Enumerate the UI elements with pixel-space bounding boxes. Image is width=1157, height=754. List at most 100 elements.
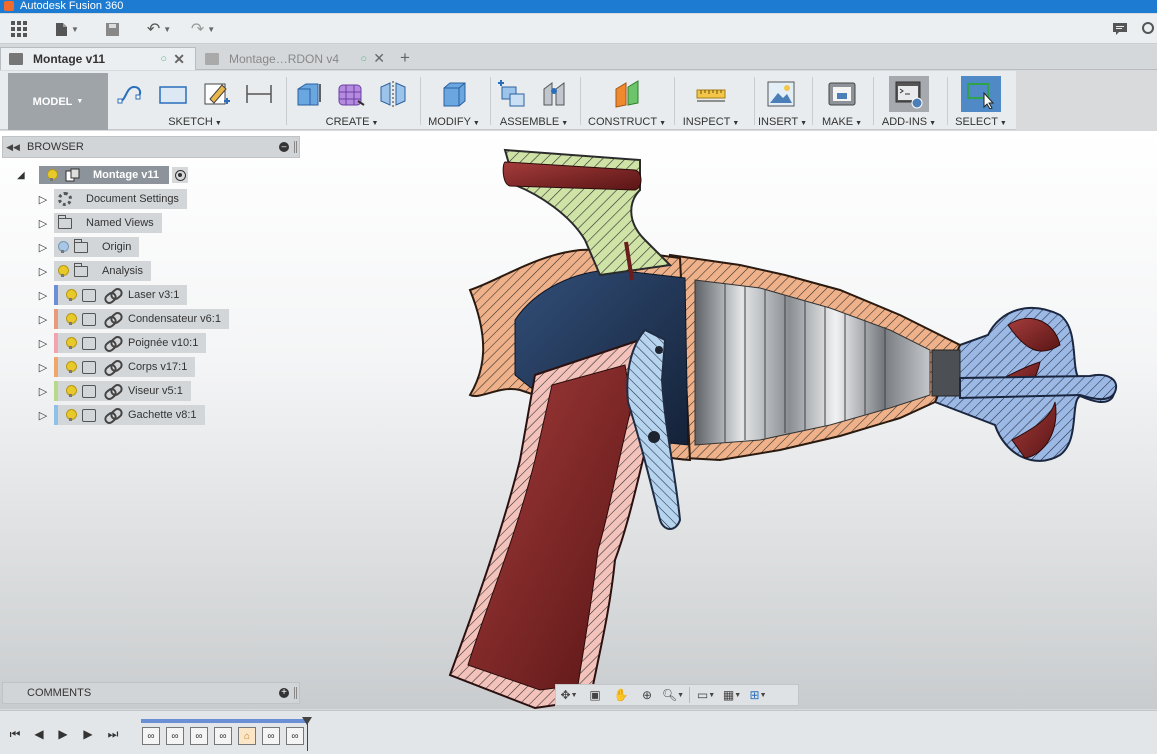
- select-group[interactable]: SELECT ▼: [951, 71, 1011, 130]
- redo-button[interactable]: ↷ ▼: [187, 19, 219, 39]
- save-icon: [105, 22, 119, 36]
- pan-button[interactable]: ✋: [608, 685, 634, 705]
- data-panel-button[interactable]: [9, 19, 29, 39]
- node-label: Gachette v8:1: [128, 409, 197, 421]
- timeline-next-button[interactable]: ▶︎: [79, 725, 97, 743]
- assemble-label: ASSEMBLE ▼: [499, 116, 569, 128]
- viewports-button[interactable]: ⊞ ▼: [745, 685, 771, 705]
- node-label: Analysis: [102, 265, 143, 277]
- browser-root-node[interactable]: ◢ Montage v11: [17, 166, 189, 184]
- tab-montage-v11[interactable]: Montage v11 ○ ✕: [0, 47, 196, 70]
- tab-montage-rdon[interactable]: Montage…RDON v4 ○ ✕: [197, 47, 395, 70]
- expand-triangle-icon[interactable]: ▷: [36, 241, 50, 254]
- workspace-switcher[interactable]: MODEL ▼: [8, 73, 108, 130]
- modify-group[interactable]: MODIFY ▼: [424, 71, 484, 130]
- make-group[interactable]: MAKE ▼: [816, 71, 868, 130]
- visibility-bulb-off-icon[interactable]: [58, 241, 69, 253]
- root-component[interactable]: Montage v11: [39, 166, 170, 184]
- display-settings-button[interactable]: ▭ ▼: [693, 685, 719, 705]
- close-icon[interactable]: ✕: [173, 51, 185, 68]
- zoom-button[interactable]: ⊕: [634, 685, 660, 705]
- pin-handle-icon[interactable]: [294, 141, 297, 153]
- timeline-link-feature[interactable]: ∞: [286, 727, 304, 745]
- save-button[interactable]: [103, 19, 121, 39]
- timeline-last-button[interactable]: ⏭: [104, 725, 122, 743]
- tree-node-viseur[interactable]: ▷ Viseur v5:1: [36, 381, 191, 401]
- orbit-button[interactable]: ✥ ▼: [556, 685, 582, 705]
- tree-node-corps[interactable]: ▷ Corps v17:1: [36, 357, 196, 377]
- fit-button[interactable]: 🔍︎ ▼: [660, 685, 686, 705]
- activate-target-icon[interactable]: [172, 167, 189, 183]
- expand-triangle-icon[interactable]: ▷: [36, 289, 50, 302]
- add-ins-group[interactable]: ADD-INS ▼: [877, 71, 941, 130]
- expand-triangle-icon[interactable]: ▷: [36, 313, 50, 326]
- timeline-joint-feature[interactable]: ⌂: [238, 727, 256, 745]
- file-icon: [56, 22, 68, 36]
- new-tab-icon[interactable]: +: [400, 48, 410, 68]
- expand-triangle-icon[interactable]: ▷: [36, 217, 50, 230]
- visibility-bulb-icon[interactable]: [47, 169, 58, 181]
- visibility-bulb-icon[interactable]: [58, 265, 69, 277]
- inspect-label: INSPECT ▼: [682, 116, 740, 128]
- grid-settings-button[interactable]: ▦ ▼: [719, 685, 745, 705]
- minimize-icon[interactable]: –: [279, 142, 289, 152]
- create-group[interactable]: CREATE ▼: [290, 71, 414, 130]
- expand-triangle-icon[interactable]: ▷: [36, 409, 50, 422]
- close-icon[interactable]: ✕: [373, 50, 385, 67]
- new-component-icon: [498, 80, 525, 107]
- expand-triangle-icon[interactable]: ▷: [36, 193, 50, 206]
- assemble-group[interactable]: ASSEMBLE ▼: [494, 71, 574, 130]
- tree-node-analysis[interactable]: ▷ Analysis: [36, 261, 151, 281]
- component-icon: [82, 336, 96, 350]
- expand-triangle-icon[interactable]: ▷: [36, 361, 50, 374]
- expand-plus-icon[interactable]: +: [279, 688, 289, 698]
- timeline-track[interactable]: [141, 719, 308, 723]
- undo-button[interactable]: ↶ ▼: [143, 19, 175, 39]
- comments-toggle-button[interactable]: [1110, 19, 1130, 39]
- file-menu-button[interactable]: ▼: [52, 19, 82, 39]
- inspect-group[interactable]: INSPECT ▼: [678, 71, 744, 130]
- visibility-bulb-icon[interactable]: [66, 337, 77, 349]
- tree-node-named-views[interactable]: ▷ Named Views: [36, 213, 162, 233]
- construct-group[interactable]: CONSTRUCT ▼: [584, 71, 670, 130]
- pin-handle-icon[interactable]: [294, 687, 297, 699]
- tree-node-origin[interactable]: ▷ Origin: [36, 237, 140, 257]
- expand-triangle-icon[interactable]: ▷: [36, 385, 50, 398]
- browser-panel-header[interactable]: ◀◀ BROWSER –: [2, 136, 300, 158]
- sketch-group[interactable]: SKETCH ▼: [112, 71, 278, 130]
- look-at-button[interactable]: ▣: [582, 685, 608, 705]
- visibility-bulb-icon[interactable]: [66, 385, 77, 397]
- tree-node-poignee[interactable]: ▷ Poignée v10:1: [36, 333, 207, 353]
- visibility-bulb-icon[interactable]: [66, 409, 77, 421]
- collapse-panel-icon[interactable]: ◀◀: [3, 142, 23, 153]
- visibility-bulb-icon[interactable]: [66, 313, 77, 325]
- visibility-bulb-icon[interactable]: [66, 289, 77, 301]
- workspace-label: MODEL: [32, 95, 73, 108]
- app-title: Autodesk Fusion 360: [20, 0, 124, 12]
- expanded-triangle-icon[interactable]: ◢: [17, 170, 29, 181]
- tree-node-gachette[interactable]: ▷ Gachette v8:1: [36, 405, 205, 425]
- timeline-link-feature[interactable]: ∞: [190, 727, 208, 745]
- timeline-first-button[interactable]: ⏮: [6, 725, 24, 743]
- insert-group[interactable]: INSERT ▼: [758, 71, 807, 130]
- expand-triangle-icon[interactable]: ▷: [36, 337, 50, 350]
- timeline-link-feature[interactable]: ∞: [262, 727, 280, 745]
- component-color-swatch: [54, 309, 58, 329]
- timeline-prev-button[interactable]: ◀︎: [30, 725, 48, 743]
- comments-panel-header[interactable]: COMMENTS +: [2, 682, 300, 704]
- timeline-link-feature[interactable]: ∞: [214, 727, 232, 745]
- tree-node-condensateur[interactable]: ▷ Condensateur v6:1: [36, 309, 229, 329]
- visibility-bulb-icon[interactable]: [66, 361, 77, 373]
- timeline-play-button[interactable]: ▶︎: [54, 725, 72, 743]
- link-icon: ∞: [195, 730, 203, 742]
- timeline-link-feature[interactable]: ∞: [142, 727, 160, 745]
- tree-node-document-settings[interactable]: ▷ Document Settings: [36, 189, 187, 209]
- expand-triangle-icon[interactable]: ▷: [36, 265, 50, 278]
- offset-plane-icon: [615, 80, 639, 108]
- timeline-link-feature[interactable]: ∞: [166, 727, 184, 745]
- link-icon: [104, 314, 120, 324]
- ray-gun-section-model[interactable]: [440, 140, 1130, 710]
- search-button[interactable]: [1138, 19, 1156, 39]
- pan-hand-icon: ✋: [613, 688, 629, 702]
- tree-node-laser[interactable]: ▷ Laser v3:1: [36, 285, 188, 305]
